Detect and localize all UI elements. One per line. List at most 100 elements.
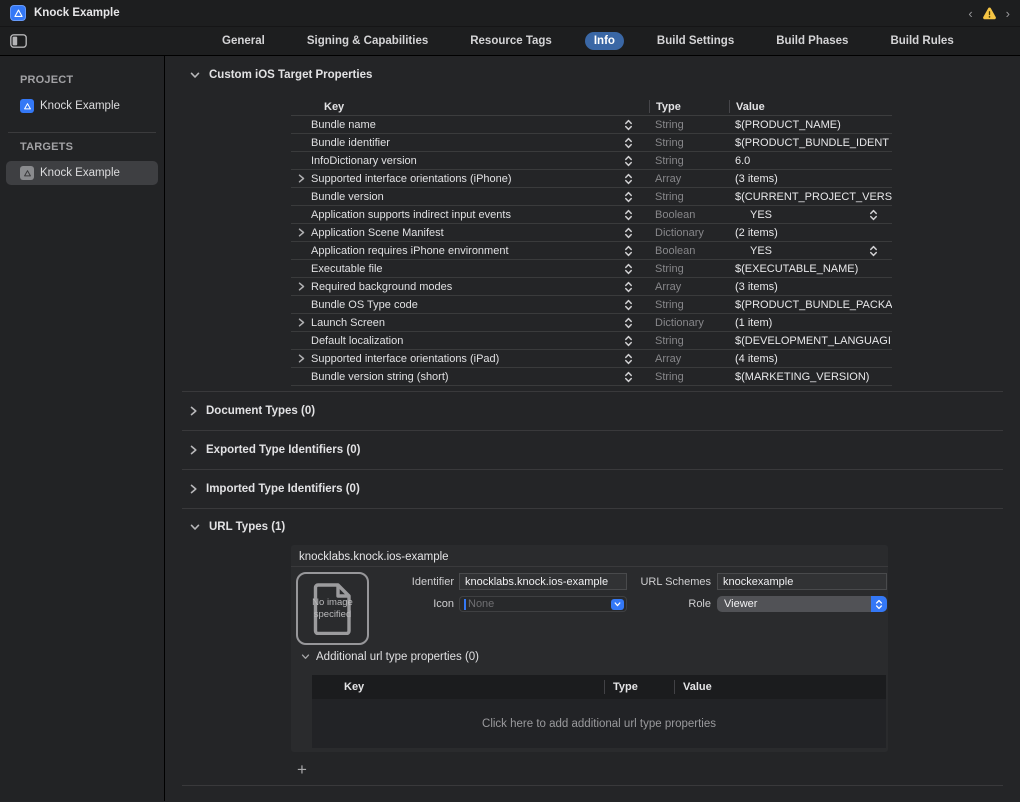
table-row[interactable]: Bundle version string (short) String $(M… <box>291 368 892 386</box>
property-value[interactable]: (4 items) <box>729 353 892 365</box>
property-key[interactable]: Application Scene Manifest <box>311 227 444 239</box>
custom-properties-section-header[interactable]: Custom iOS Target Properties <box>190 68 1020 82</box>
warning-icon[interactable] <box>982 7 997 20</box>
tab[interactable]: Resource Tags <box>461 32 561 50</box>
property-type[interactable]: Array <box>649 353 729 365</box>
table-row[interactable]: Bundle version String $(CURRENT_PROJECT_… <box>291 188 892 206</box>
property-value[interactable]: (1 item) <box>729 317 892 329</box>
property-value[interactable]: (3 items) <box>729 173 892 185</box>
property-key[interactable]: Application supports indirect input even… <box>311 209 511 221</box>
table-row[interactable]: Required background modes Array (3 items… <box>291 278 892 296</box>
property-value[interactable]: $(CURRENT_PROJECT_VERS <box>729 191 892 203</box>
tab[interactable]: Signing & Capabilities <box>298 32 437 50</box>
property-key[interactable]: Application requires iPhone environment <box>311 245 509 257</box>
property-type[interactable]: String <box>649 119 729 131</box>
back-chevron-icon[interactable]: ‹ <box>968 7 972 20</box>
table-row[interactable]: Application supports indirect input even… <box>291 206 892 224</box>
table-row[interactable]: Default localization String $(DEVELOPMEN… <box>291 332 892 350</box>
tab[interactable]: General <box>213 32 274 50</box>
stepper-icon[interactable] <box>624 173 633 185</box>
stepper-icon[interactable] <box>624 227 633 239</box>
stepper-icon[interactable] <box>624 245 633 257</box>
property-type[interactable]: Boolean <box>649 245 729 257</box>
sidebar-item-target[interactable]: Knock Example <box>6 161 158 185</box>
property-key[interactable]: InfoDictionary version <box>311 155 417 167</box>
tab[interactable]: Build Settings <box>648 32 743 50</box>
table-row[interactable]: Bundle identifier String $(PRODUCT_BUNDL… <box>291 134 892 152</box>
add-property-prompt[interactable]: Click here to add additional url type pr… <box>312 699 886 748</box>
collapsed-section-header[interactable]: Exported Type Identifiers (0) <box>165 431 1020 469</box>
property-value[interactable]: (3 items) <box>729 281 892 293</box>
property-type[interactable]: Array <box>649 173 729 185</box>
property-value[interactable]: $(PRODUCT_NAME) <box>729 119 892 131</box>
stepper-icon[interactable] <box>869 245 878 257</box>
property-value[interactable]: YES <box>729 209 892 221</box>
stepper-icon[interactable] <box>624 371 633 383</box>
property-type[interactable]: Dictionary <box>649 227 729 239</box>
collapsed-section-header[interactable]: Document Types (0) <box>165 392 1020 430</box>
stepper-icon[interactable] <box>624 155 633 167</box>
tab[interactable]: Info <box>585 32 624 50</box>
property-value[interactable]: $(DEVELOPMENT_LANGUAGI <box>729 335 892 347</box>
table-row[interactable]: Supported interface orientations (iPhone… <box>291 170 892 188</box>
property-key[interactable]: Supported interface orientations (iPhone… <box>311 173 512 185</box>
property-value[interactable]: $(PRODUCT_BUNDLE_PACKA <box>729 299 892 311</box>
disclosure-chevron-icon[interactable] <box>291 354 311 363</box>
table-row[interactable]: Application requires iPhone environment … <box>291 242 892 260</box>
property-key[interactable]: Required background modes <box>311 281 452 293</box>
table-row[interactable]: Bundle name String $(PRODUCT_NAME) <box>291 116 892 134</box>
stepper-icon[interactable] <box>624 137 633 149</box>
property-key[interactable]: Supported interface orientations (iPad) <box>311 353 499 365</box>
table-row[interactable]: Launch Screen Dictionary (1 item) <box>291 314 892 332</box>
table-row[interactable]: Supported interface orientations (iPad) … <box>291 350 892 368</box>
property-key[interactable]: Executable file <box>311 263 383 275</box>
disclosure-chevron-icon[interactable] <box>291 318 311 327</box>
disclosure-chevron-icon[interactable] <box>291 174 311 183</box>
stepper-icon[interactable] <box>624 191 633 203</box>
property-key[interactable]: Bundle OS Type code <box>311 299 418 311</box>
property-type[interactable]: Array <box>649 281 729 293</box>
property-value[interactable]: $(MARKETING_VERSION) <box>729 371 892 383</box>
role-popup-button[interactable]: Viewer <box>717 596 887 612</box>
property-key[interactable]: Bundle version <box>311 191 384 203</box>
stepper-icon[interactable] <box>624 209 633 221</box>
stepper-icon[interactable] <box>624 299 633 311</box>
property-type[interactable]: Dictionary <box>649 317 729 329</box>
property-type[interactable]: String <box>649 191 729 203</box>
collapsed-section-header[interactable]: Imported Type Identifiers (0) <box>165 470 1020 508</box>
stepper-icon[interactable] <box>624 353 633 365</box>
table-row[interactable]: InfoDictionary version String 6.0 <box>291 152 892 170</box>
stepper-icon[interactable] <box>869 209 878 221</box>
property-key[interactable]: Bundle identifier <box>311 137 390 149</box>
property-type[interactable]: Boolean <box>649 209 729 221</box>
tab[interactable]: Build Rules <box>881 32 962 50</box>
table-row[interactable]: Executable file String $(EXECUTABLE_NAME… <box>291 260 892 278</box>
property-type[interactable]: String <box>649 137 729 149</box>
property-type[interactable]: String <box>649 335 729 347</box>
property-type[interactable]: String <box>649 263 729 275</box>
stepper-icon[interactable] <box>624 263 633 275</box>
property-value[interactable]: $(EXECUTABLE_NAME) <box>729 263 892 275</box>
property-value[interactable]: (2 items) <box>729 227 892 239</box>
additional-properties-header[interactable]: Additional url type properties (0) <box>301 651 479 663</box>
disclosure-chevron-icon[interactable] <box>291 282 311 291</box>
add-url-type-button[interactable]: + <box>297 761 307 778</box>
stepper-icon[interactable] <box>624 317 633 329</box>
property-value[interactable]: 6.0 <box>729 155 892 167</box>
property-key[interactable]: Default localization <box>311 335 403 347</box>
stepper-icon[interactable] <box>624 281 633 293</box>
table-row[interactable]: Bundle OS Type code String $(PRODUCT_BUN… <box>291 296 892 314</box>
property-type[interactable]: String <box>649 155 729 167</box>
sidebar-toggle-icon[interactable] <box>10 34 27 48</box>
property-key[interactable]: Launch Screen <box>311 317 385 329</box>
url-schemes-field[interactable]: knockexample <box>717 573 887 590</box>
sidebar-item-project[interactable]: Knock Example <box>6 94 158 118</box>
property-value[interactable]: YES <box>729 245 892 257</box>
tab[interactable]: Build Phases <box>767 32 857 50</box>
property-key[interactable]: Bundle version string (short) <box>311 371 449 383</box>
table-row[interactable]: Application Scene Manifest Dictionary (2… <box>291 224 892 242</box>
stepper-icon[interactable] <box>624 335 633 347</box>
property-value[interactable]: $(PRODUCT_BUNDLE_IDENT <box>729 137 892 149</box>
stepper-icon[interactable] <box>624 119 633 131</box>
property-key[interactable]: Bundle name <box>311 119 376 131</box>
